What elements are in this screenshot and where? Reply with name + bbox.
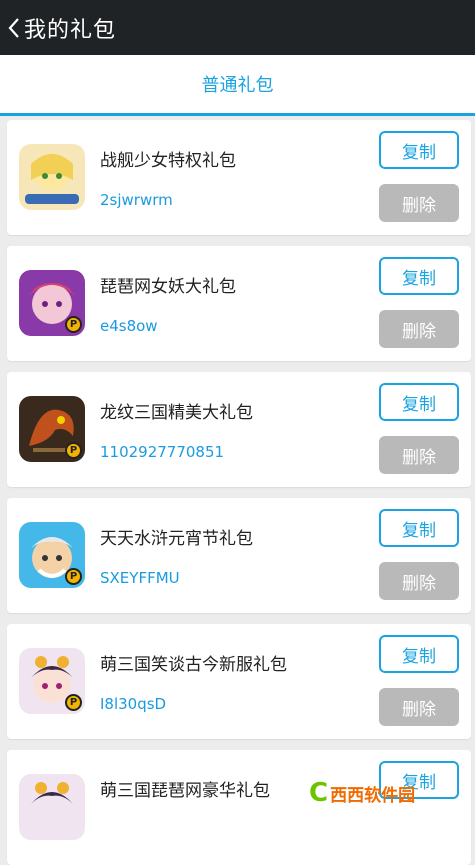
delete-button[interactable]: 删除 — [379, 184, 459, 222]
copy-button[interactable]: 复制 — [379, 257, 459, 295]
gift-card: 战舰少女特权礼包 2sjwrwrm 复制 删除 — [7, 120, 471, 235]
gift-name: 萌三国琵琶网豪华礼包 — [100, 781, 270, 801]
copy-button[interactable]: 复制 — [379, 383, 459, 421]
gift-code: SXEYFFMU — [100, 569, 180, 587]
gift-code: 1102927770851 — [100, 443, 225, 461]
gift-name: 琵琶网女妖大礼包 — [100, 277, 236, 297]
gift-name: 龙纹三国精美大礼包 — [100, 403, 253, 423]
gift-code: I8l30qsD — [100, 695, 167, 713]
tab-bar: 普通礼包 — [0, 55, 475, 116]
gift-card: P 琵琶网女妖大礼包 e4s8ow 复制 删除 — [7, 246, 471, 361]
watermark-text: 西西软件园 — [330, 785, 416, 806]
game-icon: P — [19, 522, 85, 588]
delete-button[interactable]: 删除 — [379, 310, 459, 348]
gift-name: 天天水浒元宵节礼包 — [100, 529, 253, 549]
copy-button[interactable]: 复制 — [379, 509, 459, 547]
chevron-left-icon[interactable] — [4, 0, 24, 55]
game-icon: P — [19, 396, 85, 462]
platform-badge-icon: P — [65, 568, 82, 585]
gift-code: 2sjwrwrm — [100, 191, 173, 209]
platform-badge-icon: P — [65, 316, 82, 333]
gift-card: P 天天水浒元宵节礼包 SXEYFFMU 复制 删除 — [7, 498, 471, 613]
gift-name: 萌三国笑谈古今新服礼包 — [100, 655, 287, 675]
copy-button[interactable]: 复制 — [379, 131, 459, 169]
game-icon: P — [19, 270, 85, 336]
gift-card: P 萌三国笑谈古今新服礼包 I8l30qsD 复制 删除 — [7, 624, 471, 739]
game-icon — [19, 144, 85, 210]
delete-button[interactable]: 删除 — [379, 436, 459, 474]
app-header: 我的礼包 — [0, 0, 475, 55]
game-icon — [19, 774, 85, 840]
delete-button[interactable]: 删除 — [379, 562, 459, 600]
site-watermark: C 西西软件园 — [309, 776, 469, 810]
tab-normal-gifts[interactable]: 普通礼包 — [202, 71, 274, 97]
platform-badge-icon: P — [65, 694, 82, 711]
page-title: 我的礼包 — [24, 17, 117, 43]
game-icon: P — [19, 648, 85, 714]
platform-badge-icon: P — [65, 442, 82, 459]
delete-button[interactable]: 删除 — [379, 688, 459, 726]
gift-name: 战舰少女特权礼包 — [100, 151, 236, 171]
gift-code: e4s8ow — [100, 317, 158, 335]
copy-button[interactable]: 复制 — [379, 635, 459, 673]
gift-card: P 龙纹三国精美大礼包 1102927770851 复制 删除 — [7, 372, 471, 487]
watermark-logo-icon: C — [309, 778, 329, 808]
